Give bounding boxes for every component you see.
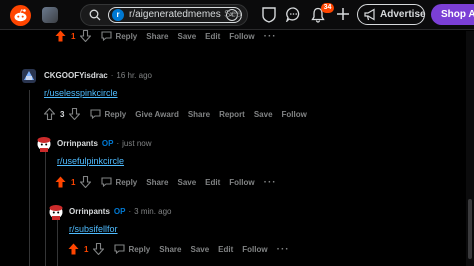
- comment-actions: 3 Reply Give Award Share Report Save Fol…: [44, 107, 316, 121]
- share-button[interactable]: Share: [146, 178, 168, 187]
- save-button[interactable]: Save: [177, 178, 196, 187]
- reddit-logo-icon[interactable]: [10, 5, 31, 26]
- subreddit-icon: r: [112, 9, 124, 21]
- user-avatar[interactable]: [20, 67, 38, 85]
- save-button[interactable]: Save: [177, 32, 196, 41]
- separator-dot: ·: [116, 139, 120, 148]
- search-scope-chip[interactable]: r r/aigeneratedmemes ×: [108, 7, 242, 23]
- popular-icon[interactable]: [262, 7, 276, 23]
- downvote-icon[interactable]: [69, 108, 81, 120]
- thread-line: [57, 218, 58, 266]
- comment-actions: 1 Reply Share Save Edit Follow ···: [55, 29, 286, 43]
- reply-icon: [101, 177, 113, 187]
- edit-button[interactable]: Edit: [205, 32, 220, 41]
- downvote-icon[interactable]: [80, 30, 92, 42]
- comment-author[interactable]: Orrinpants: [57, 139, 98, 148]
- share-button[interactable]: Share: [188, 110, 210, 119]
- comment-header: Orrinpants OP · 3 min. ago: [69, 207, 172, 216]
- scrollbar[interactable]: [466, 31, 474, 266]
- share-button[interactable]: Share: [159, 245, 181, 254]
- reply-button[interactable]: Reply: [101, 177, 137, 187]
- follow-button[interactable]: Follow: [242, 245, 267, 254]
- reply-icon: [101, 31, 113, 41]
- give-award-button[interactable]: Give Award: [135, 110, 179, 119]
- op-badge: OP: [101, 139, 114, 148]
- search-icon: [89, 9, 101, 21]
- edit-button[interactable]: Edit: [205, 178, 220, 187]
- downvote-icon[interactable]: [93, 243, 105, 255]
- op-badge: OP: [113, 207, 126, 216]
- vote-control: 1: [55, 176, 92, 188]
- follow-button[interactable]: Follow: [229, 32, 254, 41]
- reply-button[interactable]: Reply: [101, 31, 137, 41]
- reply-button[interactable]: Reply: [90, 109, 126, 119]
- more-options-icon[interactable]: ···: [277, 244, 290, 255]
- reply-icon: [114, 244, 126, 254]
- vote-control: 3: [44, 108, 81, 120]
- more-options-icon[interactable]: ···: [264, 31, 277, 42]
- downvote-icon[interactable]: [80, 176, 92, 188]
- shop-label: Shop Av: [441, 9, 474, 20]
- comment-header: Orrinpants OP · just now: [57, 139, 152, 148]
- megaphone-icon: [364, 8, 375, 21]
- upvote-icon[interactable]: [68, 243, 79, 255]
- advertise-button[interactable]: Advertise: [357, 4, 426, 25]
- search-scope-label: r/aigeneratedmemes: [129, 9, 221, 20]
- create-post-plus-icon[interactable]: [336, 7, 350, 21]
- advertise-label: Advertise: [380, 9, 426, 20]
- save-button[interactable]: Save: [254, 110, 273, 119]
- thread-line: [45, 150, 46, 266]
- search-input[interactable]: Sea: [224, 9, 242, 20]
- scrollbar-thumb[interactable]: [468, 199, 472, 259]
- vote-control: 1: [68, 243, 105, 255]
- thread-line: [29, 90, 30, 266]
- comment-header: CKGOOFYisdrac · 16 hr. ago: [44, 71, 152, 80]
- community-avatar[interactable]: [42, 7, 58, 23]
- follow-button[interactable]: Follow: [282, 110, 307, 119]
- reply-button[interactable]: Reply: [114, 244, 150, 254]
- report-button[interactable]: Report: [219, 110, 245, 119]
- comment-body-link[interactable]: r/subsifellfor: [69, 224, 118, 234]
- more-options-icon[interactable]: ···: [264, 177, 277, 188]
- reply-icon: [90, 109, 102, 119]
- notification-count-badge: 34: [321, 3, 334, 13]
- chat-icon[interactable]: [286, 7, 301, 22]
- separator-dot: ·: [110, 71, 114, 80]
- search-bar[interactable]: r r/aigeneratedmemes × Sea: [80, 4, 248, 26]
- vote-control: 1: [55, 30, 92, 42]
- comment-timestamp[interactable]: just now: [122, 139, 151, 148]
- comment-timestamp[interactable]: 16 hr. ago: [116, 71, 152, 80]
- user-avatar[interactable]: [35, 135, 53, 153]
- separator-dot: ·: [128, 207, 132, 216]
- follow-button[interactable]: Follow: [229, 178, 254, 187]
- comment-timestamp[interactable]: 3 min. ago: [134, 207, 171, 216]
- upvote-icon[interactable]: [55, 176, 66, 188]
- vote-score: 1: [71, 177, 76, 187]
- comment-actions: 1 Reply Share Save Edit Follow ···: [68, 242, 299, 256]
- save-button[interactable]: Save: [190, 245, 209, 254]
- vote-score: 1: [71, 31, 76, 41]
- shop-avatars-button[interactable]: Shop Av: [431, 4, 474, 25]
- vote-score: 3: [60, 109, 65, 119]
- edit-button[interactable]: Edit: [218, 245, 233, 254]
- comment-author[interactable]: Orrinpants: [69, 207, 110, 216]
- vote-score: 1: [84, 244, 89, 254]
- comment-actions: 1 Reply Share Save Edit Follow ···: [55, 175, 286, 189]
- upvote-icon[interactable]: [55, 30, 66, 42]
- share-button[interactable]: Share: [146, 32, 168, 41]
- top-navigation-bar: r r/aigeneratedmemes × Sea 34 Advertise …: [0, 0, 474, 30]
- comment-body-link[interactable]: r/uselesspinkcircle: [44, 88, 118, 98]
- user-avatar[interactable]: [47, 203, 65, 221]
- comment-author[interactable]: CKGOOFYisdrac: [44, 71, 108, 80]
- comment-body-link[interactable]: r/usefulpinkcircle: [57, 156, 124, 166]
- upvote-icon[interactable]: [44, 108, 55, 120]
